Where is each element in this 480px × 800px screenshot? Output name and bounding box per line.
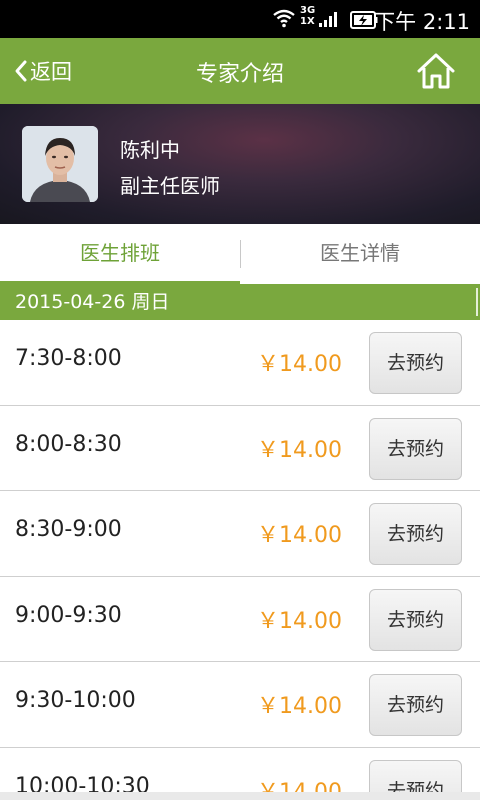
slot-price: ￥14.00 xyxy=(257,694,342,719)
slot-time: 7:30-8:00 xyxy=(15,346,122,371)
doctor-profile-header: 陈利中 副主任医师 xyxy=(0,104,480,224)
schedule-date-bar: 2015-04-26 周日 xyxy=(0,284,480,320)
slot-price: ￥14.00 xyxy=(257,523,342,548)
book-button[interactable]: 去预约 xyxy=(369,503,462,565)
network-type-top: 3G xyxy=(300,5,316,16)
doctor-title: 副主任医师 xyxy=(120,174,220,198)
slot-price: ￥14.00 xyxy=(257,608,342,634)
time-slot-row: 7:30-8:00 ￥14.00 去预约 xyxy=(0,320,480,406)
tab-details[interactable]: 医生详情 xyxy=(240,224,480,284)
list-bottom-edge xyxy=(0,792,480,800)
home-button[interactable] xyxy=(416,51,456,91)
tab-schedule[interactable]: 医生排班 xyxy=(0,224,240,284)
signal-icon xyxy=(318,10,340,32)
time-slot-list[interactable]: 7:30-8:00 ￥14.00 去预约 8:00-8:30 ￥14.00 去预… xyxy=(0,320,480,800)
time-slot-row: 8:00-8:30 ￥14.00 去预约 xyxy=(0,405,480,491)
slot-time: 9:30-10:00 xyxy=(15,688,136,713)
date-bar-edge xyxy=(476,288,478,316)
status-bar: 3G 1X 下午 2:11 xyxy=(0,0,480,38)
home-icon xyxy=(417,53,455,89)
time-slot-row: 9:00-9:30 ￥14.00 去预约 xyxy=(0,576,480,662)
tab-bar: 医生排班 医生详情 xyxy=(0,224,480,284)
title-bar: 返回 专家介绍 xyxy=(0,38,480,104)
book-button[interactable]: 去预约 xyxy=(369,588,462,651)
book-button[interactable]: 去预约 xyxy=(369,332,462,394)
doctor-name: 陈利中 xyxy=(120,138,180,162)
book-button[interactable]: 去预约 xyxy=(369,417,462,480)
time-slot-row: 8:30-9:00 ￥14.00 去预约 xyxy=(0,491,480,577)
time-slot-row: 9:30-10:00 ￥14.00 去预约 xyxy=(0,662,480,748)
slot-time: 8:30-9:00 xyxy=(15,517,122,542)
slot-price: ￥14.00 xyxy=(257,352,342,377)
network-type-bottom: 1X xyxy=(300,16,315,27)
tab-divider xyxy=(240,240,241,268)
slot-time: 9:00-9:30 xyxy=(15,602,122,628)
slot-price: ￥14.00 xyxy=(257,437,342,463)
schedule-date: 2015-04-26 周日 xyxy=(15,291,170,313)
wifi-icon xyxy=(272,8,296,32)
doctor-avatar xyxy=(22,126,98,202)
network-type-label: 3G 1X xyxy=(300,5,315,27)
slot-time: 8:00-8:30 xyxy=(15,431,122,457)
page-title: 专家介绍 xyxy=(195,62,284,87)
book-button[interactable]: 去预约 xyxy=(369,674,462,736)
status-clock: 下午 2:11 xyxy=(374,10,470,34)
